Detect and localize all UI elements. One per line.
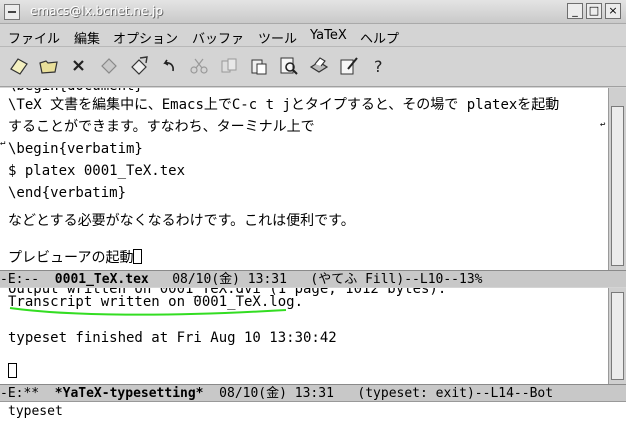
help-icon[interactable]: ?: [368, 55, 390, 77]
menu-buffers[interactable]: バッファ: [192, 28, 244, 47]
editor-line-cursor: プレビューアの起動: [8, 248, 143, 269]
editor-line: などとする必要がなくなるわけです。これは便利です。: [8, 213, 355, 229]
save-as-icon[interactable]: [128, 55, 150, 77]
mode-line-status: -E:**: [0, 386, 55, 401]
text-cursor: [8, 363, 17, 378]
undo-icon[interactable]: [158, 55, 180, 77]
editor-line: \TeX 文書を編集中に、Emacs上でC-c t jとタイプすると、その場で …: [8, 97, 560, 113]
emacs-window: emacs@lx.bcnet.ne.jp _ □ × ファイル 編集 オプション…: [0, 0, 626, 424]
buffer-name[interactable]: *YaTeX-typesetting*: [55, 386, 204, 401]
editor-pane-top[interactable]: \begin{document} \TeX 文書を編集中に、Emacs上でC-c…: [0, 88, 608, 270]
editor-line: $ platex 0001_TeX.tex: [8, 163, 186, 179]
editor-pane-bottom[interactable]: Output written on 0001_TeX.dvi (1 page, …: [0, 288, 608, 384]
wrap-mark-icon: ↩: [600, 120, 606, 130]
scrollbar-top[interactable]: [608, 88, 626, 270]
menu-file[interactable]: ファイル: [8, 28, 60, 47]
mode-line-info: 08/10(金) 13:31 (typeset: exit)--L14--Bot: [203, 386, 554, 401]
scrollbar-bottom[interactable]: [608, 288, 626, 384]
scrollbar-thumb[interactable]: [611, 106, 624, 266]
title-bar[interactable]: emacs@lx.bcnet.ne.jp _ □ ×: [0, 0, 626, 24]
customize-icon[interactable]: [338, 55, 360, 77]
mode-line-bottom[interactable]: -E:** *YaTeX-typesetting* 08/10(金) 13:31…: [0, 384, 626, 401]
mode-line-info: 08/10(金) 13:31 (やてふ Fill)--L10--13%: [148, 272, 483, 287]
search-icon[interactable]: [278, 55, 300, 77]
text-cursor: [133, 249, 143, 264]
mode-line-top[interactable]: -E:-- 0001_TeX.tex 08/10(金) 13:31 (やてふ F…: [0, 270, 626, 287]
close-button[interactable]: ×: [605, 3, 621, 19]
menu-edit[interactable]: 編集: [74, 28, 100, 47]
window-title: emacs@lx.bcnet.ne.jp: [30, 4, 164, 18]
scrollbar-thumb[interactable]: [611, 292, 624, 380]
maximize-button[interactable]: □: [586, 3, 602, 19]
editor-line-text: プレビューアの起動: [8, 250, 134, 266]
menu-tools[interactable]: ツール: [258, 28, 297, 47]
open-folder-icon[interactable]: [38, 55, 60, 77]
editor-line: \begin{verbatim}: [8, 141, 143, 157]
menu-yatex[interactable]: YaTeX: [310, 28, 347, 43]
toolbar: ?: [0, 47, 626, 87]
menu-options[interactable]: オプション: [113, 28, 178, 47]
menu-bar: ファイル 編集 オプション バッファ ツール YaTeX ヘルプ: [0, 25, 626, 47]
copy-icon[interactable]: [218, 55, 240, 77]
output-line: typeset finished at Fri Aug 10 13:30:42: [8, 330, 337, 346]
minimize-button[interactable]: _: [567, 3, 583, 19]
mode-line-status: -E:--: [0, 272, 55, 287]
paste-icon[interactable]: [248, 55, 270, 77]
output-line-cursor: [8, 362, 17, 383]
menu-help[interactable]: ヘルプ: [360, 28, 399, 47]
svg-text:?: ?: [374, 57, 383, 76]
highlight-underline: [9, 307, 287, 316]
editor-line: \end{verbatim}: [8, 185, 127, 201]
minibuffer[interactable]: typeset: [0, 401, 626, 424]
window-menu-icon[interactable]: [4, 4, 20, 20]
buffer-name[interactable]: 0001_TeX.tex: [55, 272, 149, 287]
cut-scissors-icon[interactable]: [188, 55, 210, 77]
continuation-mark-icon: ↵: [0, 138, 6, 148]
close-x-icon[interactable]: [68, 55, 90, 77]
save-disk-icon[interactable]: [98, 55, 120, 77]
new-file-icon[interactable]: [8, 55, 30, 77]
print-icon[interactable]: [308, 55, 330, 77]
editor-line: することができます。すなわち、ターミナル上で: [8, 119, 315, 135]
